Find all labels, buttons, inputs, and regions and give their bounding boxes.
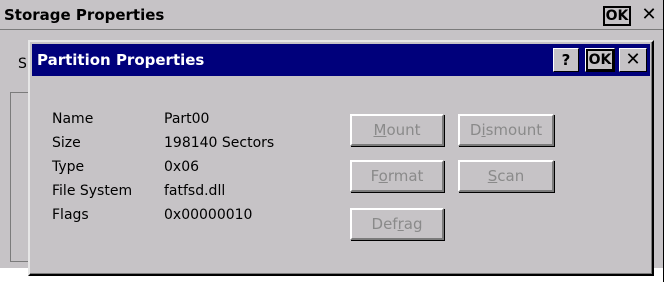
property-value: fatfsd.dll bbox=[164, 183, 226, 199]
format-label-post: rmat bbox=[387, 167, 424, 185]
property-value: 0x00000010 bbox=[164, 207, 253, 223]
property-label: Name bbox=[52, 111, 94, 127]
property-value: 0x06 bbox=[164, 159, 200, 175]
partition-properties-dialog: Partition Properties ? OK ✕ Name Part00 … bbox=[28, 40, 654, 276]
scan-button[interactable]: Scan bbox=[458, 160, 554, 192]
dismount-label-pre: D bbox=[469, 121, 482, 139]
defrag-label-post: ag bbox=[403, 215, 423, 233]
format-button[interactable]: Format bbox=[350, 160, 444, 192]
property-label: Size bbox=[52, 135, 81, 151]
property-value: 198140 Sectors bbox=[164, 135, 275, 151]
dismount-label-post: smount bbox=[485, 121, 543, 139]
dismount-button[interactable]: Dismount bbox=[458, 114, 554, 146]
property-label: File System bbox=[52, 183, 133, 199]
mount-button[interactable]: Mount bbox=[350, 114, 444, 146]
property-value: Part00 bbox=[164, 111, 210, 127]
mount-mnemonic: M bbox=[373, 121, 387, 139]
outer-tab-label[interactable]: S bbox=[18, 56, 27, 72]
help-button[interactable]: ? bbox=[553, 48, 579, 72]
dialog-close-icon[interactable]: ✕ bbox=[619, 48, 647, 72]
dialog-ok-button[interactable]: OK bbox=[585, 48, 615, 72]
mount-label-post: ount bbox=[386, 121, 421, 139]
format-mnemonic: o bbox=[378, 167, 388, 185]
dialog-title: Partition Properties bbox=[37, 51, 205, 69]
scan-label-post: can bbox=[497, 167, 525, 185]
format-label-pre: F bbox=[370, 167, 379, 185]
scan-mnemonic: S bbox=[487, 167, 498, 185]
property-label: Flags bbox=[52, 207, 89, 223]
dialog-titlebar: Partition Properties ? OK ✕ bbox=[32, 44, 650, 76]
outer-close-icon[interactable]: ✕ bbox=[636, 4, 662, 26]
property-label: Type bbox=[52, 159, 85, 175]
defrag-label-pre: Def bbox=[371, 215, 398, 233]
defrag-button[interactable]: Defrag bbox=[350, 208, 444, 240]
outer-titlebar: Storage Properties OK ✕ bbox=[0, 0, 663, 30]
outer-ok-button[interactable]: OK bbox=[603, 6, 631, 26]
outer-window-title: Storage Properties bbox=[4, 6, 165, 24]
